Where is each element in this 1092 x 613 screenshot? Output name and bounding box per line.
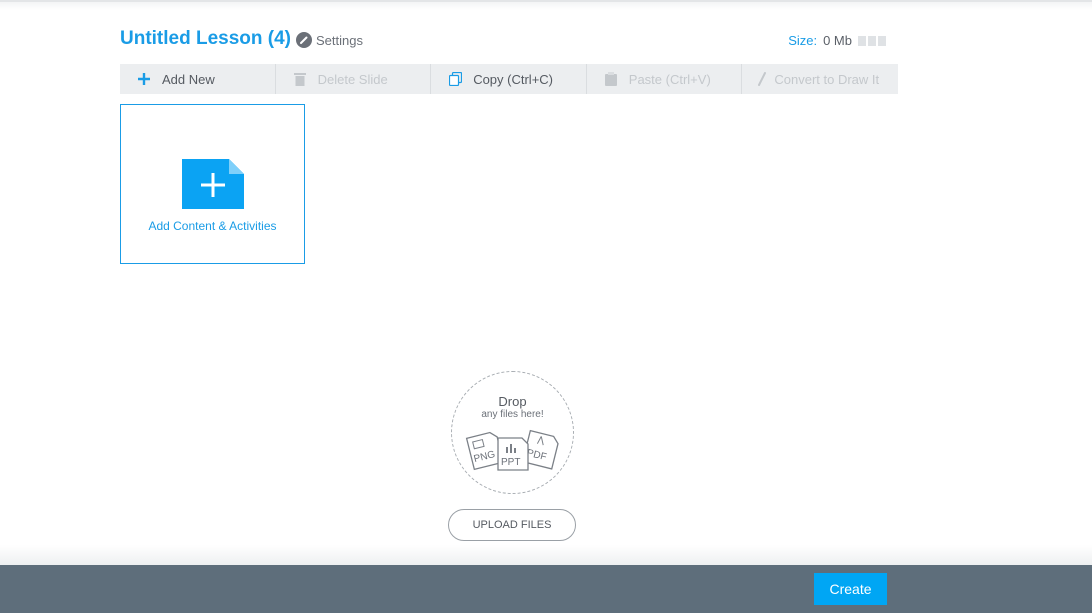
convert-label: Convert to Draw It	[774, 71, 880, 87]
trash-icon	[292, 71, 308, 87]
drop-title: Drop	[498, 394, 527, 409]
pencil-icon	[296, 32, 312, 48]
drop-subtitle: any files here!	[481, 409, 544, 420]
file-drop-zone[interactable]: Drop any files here! PNG PDF PPT	[451, 371, 574, 494]
add-file-icon	[182, 159, 244, 214]
settings-button[interactable]: Settings	[296, 32, 363, 48]
convert-to-draw-it-button[interactable]: Convert to Draw It	[742, 64, 898, 94]
plus-icon	[136, 71, 152, 87]
size-indicator: Size: 0 Mb	[788, 33, 886, 48]
size-meter	[858, 35, 886, 46]
create-button[interactable]: Create	[814, 573, 887, 605]
delete-slide-button[interactable]: Delete Slide	[276, 64, 432, 94]
add-new-button[interactable]: Add New	[120, 64, 276, 94]
add-new-label: Add New	[162, 71, 215, 87]
delete-slide-label: Delete Slide	[317, 71, 388, 87]
ppt-label: PPT	[501, 457, 520, 468]
settings-label: Settings	[316, 32, 363, 48]
pen-icon	[754, 71, 770, 87]
add-content-card[interactable]: Add Content & Activities	[120, 104, 305, 264]
slide-toolbar: Add New Delete Slide Copy (Ctrl+C) Paste…	[120, 64, 898, 94]
paste-label: Paste (Ctrl+V)	[628, 71, 711, 87]
top-divider	[0, 0, 1092, 10]
size-label: Size:	[788, 33, 818, 48]
footer-bar: Create	[0, 565, 1092, 613]
upload-files-button[interactable]: UPLOAD FILES	[448, 509, 576, 541]
add-content-label: Add Content & Activities	[148, 219, 277, 233]
file-types-icon: PNG PDF PPT	[465, 429, 559, 471]
paste-button[interactable]: Paste (Ctrl+V)	[587, 64, 743, 94]
copy-button[interactable]: Copy (Ctrl+C)	[431, 64, 587, 94]
footer-shadow	[0, 545, 1092, 565]
copy-icon	[447, 71, 463, 87]
size-value: 0 Mb	[823, 33, 852, 48]
paste-icon	[603, 71, 619, 87]
copy-label: Copy (Ctrl+C)	[473, 71, 554, 87]
lesson-header: Untitled Lesson (4) Settings Size: 0 Mb	[120, 28, 898, 54]
lesson-title[interactable]: Untitled Lesson (4)	[120, 28, 291, 50]
